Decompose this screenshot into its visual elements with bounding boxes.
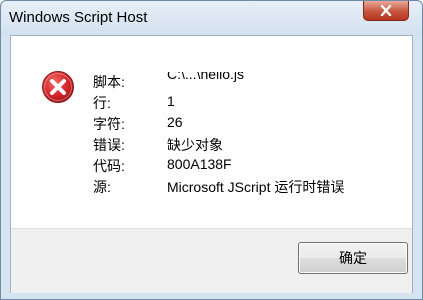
detail-value: 缺少对象 — [167, 137, 223, 153]
detail-value: 26 — [167, 114, 183, 130]
detail-label: 行: — [93, 95, 111, 111]
detail-label: 错误: — [93, 137, 125, 153]
detail-label: 代码: — [93, 158, 125, 174]
detail-label: 字符: — [93, 116, 125, 132]
title-bar[interactable]: Windows Script Host — [1, 1, 422, 35]
detail-value: Microsoft JScript 运行时错误 — [167, 179, 345, 195]
close-button[interactable] — [363, 1, 409, 21]
error-icon — [42, 71, 74, 103]
detail-value: C:\...\hello.js — [167, 72, 245, 82]
ok-button[interactable]: 确定 — [298, 242, 408, 274]
window-title: Windows Script Host — [9, 9, 148, 26]
detail-value: 1 — [167, 93, 175, 109]
close-icon — [380, 5, 392, 16]
detail-value: 800A138F — [167, 156, 232, 172]
detail-label: 源: — [93, 179, 111, 195]
message-area: 脚本: C:\...\hello.js 行: 1 字符: 26 错误: 缺少对象… — [11, 36, 412, 228]
dialog-window: Windows Script Host 脚本: C:\...\hello.js … — [0, 0, 423, 300]
dialog-client-area: 脚本: C:\...\hello.js 行: 1 字符: 26 错误: 缺少对象… — [10, 35, 413, 293]
detail-label: 脚本: — [93, 74, 125, 90]
